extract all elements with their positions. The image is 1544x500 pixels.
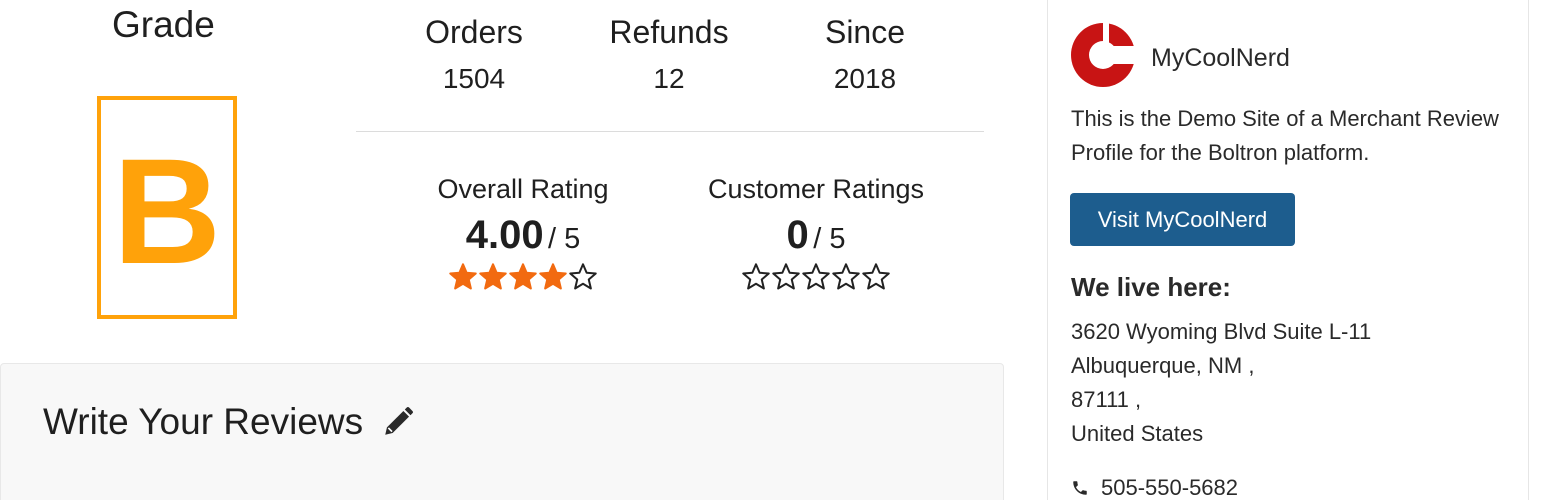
overall-star-empty-icon <box>569 263 597 290</box>
customer-rating: Customer Ratings 0 / 5 <box>671 174 961 292</box>
address-line-2: Albuquerque, NM , <box>1071 353 1255 378</box>
overall-star-filled-icon <box>449 263 477 290</box>
write-review-title: Write Your Reviews <box>43 401 364 442</box>
merchant-description: This is the Demo Site of a Merchant Revi… <box>1071 106 1499 165</box>
address-line-1: 3620 Wyoming Blvd Suite L-11 <box>1071 319 1372 344</box>
overall-star-filled-icon <box>509 263 537 290</box>
overall-rating: Overall Rating 4.00 / 5 <box>378 174 668 292</box>
grade-badge: B <box>97 96 237 319</box>
merchant-logo <box>1071 22 1136 87</box>
customer-star-empty-icon <box>862 263 890 290</box>
overall-star-filled-icon <box>539 263 567 290</box>
overall-rating-score: 4.00 / 5 <box>378 213 668 258</box>
stat-orders-label: Orders <box>425 14 523 50</box>
stats-divider <box>356 131 984 132</box>
stat-orders-value: 1504 <box>442 63 506 94</box>
overall-star-filled-icon <box>479 263 507 290</box>
stat-orders: Orders 1504 <box>389 14 559 95</box>
customer-rating-stars <box>671 262 961 292</box>
visit-merchant-button[interactable]: Visit MyCoolNerd <box>1070 193 1295 246</box>
write-review-heading[interactable]: Write Your Reviews <box>43 401 415 443</box>
grade-title: Grade <box>112 4 215 45</box>
customer-rating-value: 0 <box>786 213 809 257</box>
stat-refunds-label: Refunds <box>609 14 729 50</box>
merchant-phone[interactable]: 505-550-5682 <box>1071 475 1238 500</box>
address-line-4: United States <box>1071 421 1204 446</box>
customer-star-empty-icon <box>802 263 830 290</box>
address-line-3: 87111 , <box>1071 387 1142 412</box>
grade-letter: B <box>112 126 222 295</box>
customer-star-empty-icon <box>742 263 770 290</box>
overall-rating-value: 4.00 <box>465 213 544 257</box>
merchant-name: MyCoolNerd <box>1151 44 1290 72</box>
stat-since: Since 2018 <box>780 14 950 95</box>
merchant-address: 3620 Wyoming Blvd Suite L-11 Albuquerque… <box>1071 315 1371 451</box>
location-title: We live here: <box>1071 272 1231 302</box>
customer-rating-score: 0 / 5 <box>671 213 961 258</box>
overall-rating-label: Overall Rating <box>437 174 609 204</box>
phone-icon <box>1073 481 1087 495</box>
pencil-icon[interactable] <box>381 405 415 439</box>
phone-number: 505-550-5682 <box>1101 475 1239 500</box>
customer-star-empty-icon <box>832 263 860 290</box>
customer-rating-label: Customer Ratings <box>707 174 925 204</box>
overall-rating-stars <box>378 262 668 292</box>
customer-rating-denominator: / 5 <box>813 223 846 255</box>
stat-refunds: Refunds 12 <box>584 14 754 95</box>
overall-rating-denominator: / 5 <box>548 223 581 255</box>
stat-since-label: Since <box>824 14 906 50</box>
customer-star-empty-icon <box>772 263 800 290</box>
stat-refunds-value: 12 <box>653 63 685 94</box>
stat-since-value: 2018 <box>833 63 897 94</box>
